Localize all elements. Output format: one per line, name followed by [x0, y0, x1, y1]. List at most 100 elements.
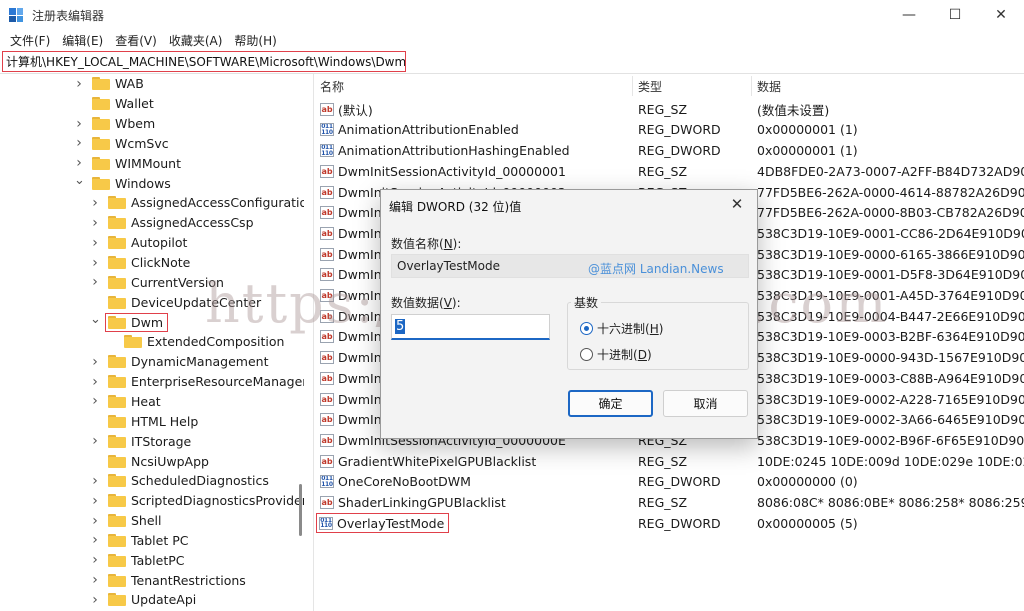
tree-item[interactable]: › Wbem	[74, 114, 155, 134]
tree-item[interactable]: HTML Help	[90, 411, 198, 431]
tree-item[interactable]: › WcmSvc	[74, 134, 169, 154]
tree-item[interactable]: › ScheduledDiagnostics	[90, 471, 269, 491]
key-tree[interactable]: › WAB Wallet › Wbem › WcmSvc › WIMMount ⌄ Windows ›…	[0, 74, 304, 611]
value-row[interactable]: 011 110 OneCoreNoBootDWM REG_DWORD 0x0000000…	[314, 472, 1024, 493]
menu-favorites[interactable]: 收藏夹(A)	[163, 32, 229, 49]
dec-radio[interactable]	[580, 348, 593, 361]
tree-item-label: Heat	[131, 393, 161, 409]
chevron-right-icon[interactable]: ›	[90, 532, 100, 548]
chevron-right-icon[interactable]: ›	[90, 473, 100, 489]
tree-item[interactable]: › TenantRestrictions	[90, 570, 246, 590]
tree-item[interactable]: NcsiUwpApp	[90, 451, 209, 471]
tree-item[interactable]: ⌄ Windows	[74, 173, 171, 193]
tree-item[interactable]: › ClickNote	[90, 253, 190, 273]
chevron-right-icon[interactable]: ›	[90, 374, 100, 390]
tree-item[interactable]: DeviceUpdateCenter	[90, 292, 261, 312]
tree-item[interactable]: › CurrentVersion	[90, 273, 224, 293]
menu-file[interactable]: 文件(F)	[4, 32, 56, 49]
hex-radio-option[interactable]: 十六进制(H)	[580, 320, 663, 337]
brand-watermark: @蓝点网 Landian.News	[588, 262, 724, 276]
chevron-right-icon[interactable]: ›	[90, 493, 100, 509]
folder-icon	[108, 216, 126, 230]
menu-help[interactable]: 帮助(H)	[228, 32, 282, 49]
highlighted-value-name[interactable]: 011 110 OverlayTestMode	[316, 513, 450, 534]
dialog-title: 编辑 DWORD (32 位)值	[389, 200, 522, 214]
value-row[interactable]: ab DwmInitSessionActivityId_00000001 REG_S…	[314, 161, 1024, 182]
value-row[interactable]: 011 110 AnimationAttributionEnabled REG_DWO…	[314, 120, 1024, 141]
column-data-header[interactable]: 数据	[757, 76, 781, 96]
string-value-icon: ab	[320, 351, 334, 365]
chevron-right-icon[interactable]: ›	[74, 135, 84, 151]
value-row[interactable]: ab GradientWhitePixelGPUBlacklist REG_SZ 10…	[314, 451, 1024, 472]
tree-item[interactable]: › ITStorage	[90, 431, 191, 451]
tree-item[interactable]: ExtendedComposition	[106, 332, 284, 352]
folder-icon	[92, 97, 110, 111]
chevron-right-icon[interactable]: ›	[90, 255, 100, 271]
chevron-right-icon[interactable]: ›	[90, 274, 100, 290]
column-separator[interactable]	[751, 76, 752, 96]
value-data-text: 5	[395, 319, 406, 334]
chevron-right-icon[interactable]: ›	[74, 76, 84, 92]
hex-radio[interactable]	[580, 322, 593, 335]
tree-item[interactable]: › AssignedAccessCsp	[90, 213, 253, 233]
column-name-header[interactable]: 名称	[320, 76, 344, 96]
tree-item-label: Dwm	[131, 314, 164, 330]
tree-item-label: WcmSvc	[115, 135, 169, 151]
column-separator[interactable]	[632, 76, 633, 96]
tree-item[interactable]: › WIMMount	[74, 153, 181, 173]
binary-value-icon: 011 110	[320, 123, 334, 137]
folder-icon	[92, 117, 110, 131]
tree-item[interactable]: › Tablet PC	[90, 531, 188, 551]
maximize-button[interactable]: ☐	[932, 0, 978, 30]
dialog-close-button[interactable]: ✕	[727, 194, 747, 214]
address-bar[interactable]: 计算机\HKEY_LOCAL_MACHINE\SOFTWARE\Microsof…	[2, 51, 406, 72]
folder-icon	[124, 335, 142, 349]
ok-button[interactable]: 确定	[568, 390, 653, 417]
column-type-header[interactable]: 类型	[638, 76, 662, 96]
chevron-right-icon[interactable]: ›	[90, 354, 100, 370]
chevron-right-icon[interactable]: ›	[74, 116, 84, 132]
chevron-right-icon[interactable]: ›	[90, 592, 100, 608]
tree-item[interactable]: ⌄ Dwm	[90, 312, 169, 332]
tree-item[interactable]: › Shell	[90, 511, 161, 531]
chevron-down-icon[interactable]: ⌄	[74, 173, 85, 188]
chevron-right-icon[interactable]: ›	[90, 215, 100, 231]
chevron-right-icon[interactable]: ›	[90, 552, 100, 568]
tree-item[interactable]: Wallet	[74, 94, 154, 114]
chevron-right-icon[interactable]: ›	[90, 235, 100, 251]
chevron-right-icon[interactable]: ›	[90, 433, 100, 449]
close-button[interactable]: ✕	[978, 0, 1024, 30]
chevron-down-icon[interactable]: ⌄	[90, 312, 101, 327]
tree-item[interactable]: › UpdateApi	[90, 590, 196, 610]
menu-edit[interactable]: 编辑(E)	[56, 32, 109, 49]
close-icon: ✕	[730, 195, 744, 213]
tree-item[interactable]: › AssignedAccessConfiguration	[90, 193, 304, 213]
tree-item[interactable]: › WAB	[74, 74, 144, 94]
menu-view[interactable]: 查看(V)	[109, 32, 163, 49]
tree-item[interactable]: › ScriptedDiagnosticsProvider	[90, 491, 304, 511]
tree-item[interactable]: › DynamicManagement	[90, 352, 268, 372]
tree-item-label: Wallet	[115, 96, 154, 112]
tree-item[interactable]: › TabletPC	[90, 550, 184, 570]
value-row[interactable]: ab (默认) REG_SZ (数值未设置)	[314, 99, 1024, 120]
chevron-right-icon[interactable]: ›	[90, 195, 100, 211]
dec-radio-option[interactable]: 十进制(D)	[580, 346, 652, 363]
tree-item[interactable]: › Heat	[90, 392, 161, 412]
highlighted-tree-item[interactable]: Dwm	[105, 312, 169, 332]
value-row[interactable]: 011 110 AnimationAttributionHashingEnabled…	[314, 140, 1024, 161]
minimize-button[interactable]: —	[886, 0, 932, 30]
value-row[interactable]: ab ShaderLinkingGPUBlacklist REG_SZ 8086:08…	[314, 492, 1024, 513]
tree-item[interactable]: › EnterpriseResourceManager	[90, 372, 304, 392]
cancel-button[interactable]: 取消	[663, 390, 748, 417]
tree-item[interactable]: › Autopilot	[90, 233, 187, 253]
regedit-app-icon	[9, 8, 23, 22]
chevron-right-icon[interactable]: ›	[90, 393, 100, 409]
string-value-icon: ab	[320, 454, 334, 468]
chevron-right-icon[interactable]: ›	[74, 155, 84, 171]
tree-scrollbar-thumb[interactable]	[299, 484, 302, 536]
chevron-right-icon[interactable]: ›	[90, 572, 100, 588]
value-data-input[interactable]: 5	[391, 314, 550, 340]
value-row[interactable]: 011 110 OverlayTestMode REG_DWORD 0x00000005…	[314, 513, 1024, 534]
chevron-right-icon[interactable]: ›	[90, 513, 100, 529]
value-data: 538C3D19-10E9-0003-B2BF-6364E910D901	[757, 329, 1024, 345]
